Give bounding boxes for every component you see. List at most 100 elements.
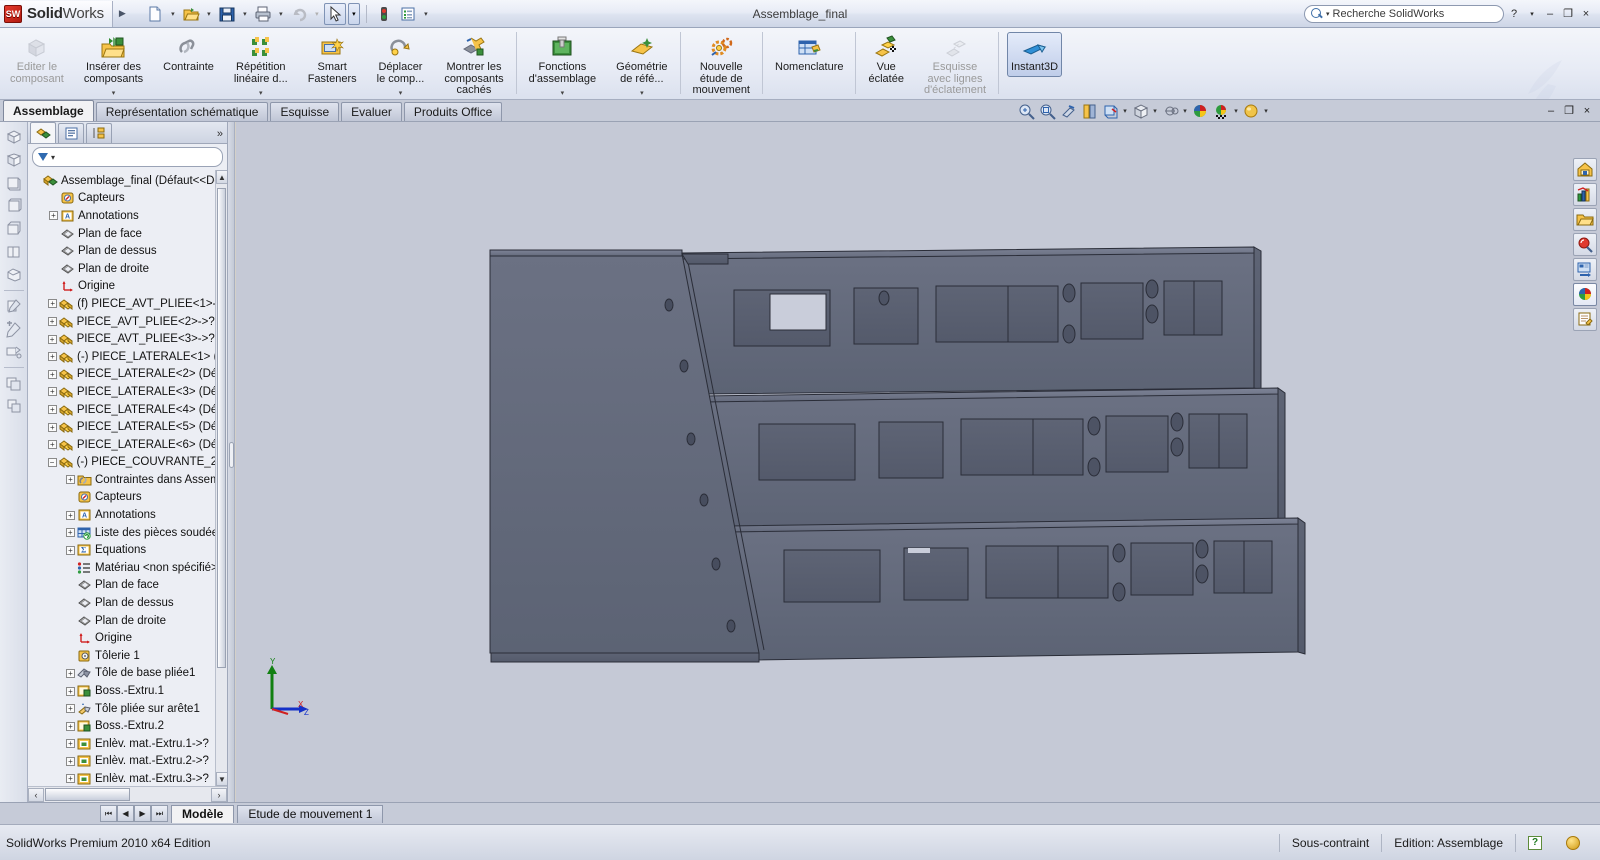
tree-node[interactable]: Plan de dessus (32, 242, 227, 260)
view-tool-zoom-to-area[interactable] (1037, 101, 1057, 121)
tree-node[interactable]: + (-) PIECE_LATERALE<1> (Dé (32, 348, 227, 366)
open-document-caret-icon[interactable]: ▾ (204, 10, 214, 18)
tree-scroll-right-button[interactable]: › (211, 787, 227, 802)
print-document-caret-icon[interactable]: ▾ (276, 10, 286, 18)
tree-node[interactable]: + Contraintes dans Assem (32, 471, 227, 489)
tree-node[interactable]: Origine (32, 629, 227, 647)
tree-node[interactable]: Origine (32, 278, 227, 296)
tree-expand-toggle[interactable]: + (66, 774, 75, 784)
tree-vertical-scrollbar[interactable]: ▲ ▼ (215, 170, 227, 786)
custom-properties-button[interactable] (1573, 308, 1597, 331)
new-part-button[interactable] (3, 372, 25, 394)
doc-nav-button-1[interactable]: ◀ (117, 805, 134, 822)
minimize-button[interactable]: – (1542, 6, 1558, 22)
ribbon-button-instant3d[interactable]: Instant3D (1001, 28, 1068, 98)
command-tab-0[interactable]: Assemblage (3, 100, 94, 121)
view-tool-view-settings[interactable] (1211, 101, 1231, 121)
tree-node[interactable]: + Enlèv. mat.-Extru.1->? (32, 735, 227, 753)
graphics-viewport[interactable]: Y Z X (236, 122, 1538, 802)
print-document-button[interactable] (252, 3, 274, 25)
tree-node[interactable]: + Tôle pliée sur arête1 (32, 700, 227, 718)
tree-expand-toggle[interactable]: + (47, 422, 57, 432)
view-tool-render-tools[interactable] (1241, 101, 1261, 121)
doc-nav-button-0[interactable]: ⏮ (100, 805, 117, 822)
tree-expand-toggle[interactable]: + (66, 756, 75, 766)
tree-node[interactable]: + Enlèv. mat.-Extru.3->? (32, 770, 227, 786)
new-document-button[interactable] (144, 3, 166, 25)
command-tab-4[interactable]: Produits Office (403, 102, 503, 121)
tree-expand-toggle[interactable]: + (48, 352, 57, 362)
search-input[interactable]: ▾ Recherche SolidWorks (1304, 4, 1504, 23)
tree-scroll-up-button[interactable]: ▲ (216, 170, 227, 184)
select-tool-caret-icon[interactable]: ▾ (347, 2, 360, 25)
tree-expand-toggle[interactable]: + (65, 528, 75, 538)
help-status-cell[interactable]: ? (1515, 833, 1554, 852)
appearances-scenes-button[interactable] (1573, 283, 1597, 306)
command-tab-1[interactable]: Représentation schématique (95, 102, 269, 121)
save-document-button[interactable] (216, 3, 238, 25)
ribbon-dropdown-caret-icon[interactable]: ▾ (112, 89, 116, 97)
undo-button[interactable] (288, 3, 310, 25)
view-tool-view-orientation[interactable] (1079, 101, 1099, 121)
tree-expand-toggle[interactable]: + (66, 545, 75, 555)
tree-scroll-thumb[interactable] (217, 188, 226, 668)
save-document-caret-icon[interactable]: ▾ (240, 10, 250, 18)
tree-node[interactable]: Plan de droite (32, 260, 227, 278)
ribbon-button-show-hidden[interactable]: Montrer les composants cachés (434, 28, 513, 98)
ribbon-button-smart-fasteners[interactable]: Smart Fasteners (298, 28, 367, 98)
tree-node[interactable]: + Enlèv. mat.-Extru.2->? (32, 753, 227, 771)
solidworks-resources-button[interactable] (1573, 158, 1597, 181)
command-tab-2[interactable]: Esquisse (270, 102, 340, 121)
tree-node[interactable]: + PIECE_AVT_PLIEE<3>->? (Dé (32, 330, 227, 348)
tree-node[interactable]: Plan de dessus (32, 594, 227, 612)
tree-expand-toggle[interactable]: + (66, 510, 75, 520)
feature-tree[interactable]: Assemblage_final (Défaut<<Dé Capteurs + A An… (28, 170, 227, 786)
help-question-icon[interactable]: ? (1528, 835, 1542, 850)
edit-sketch-button[interactable] (3, 295, 25, 317)
assembly-3d-model[interactable] (236, 122, 1538, 802)
new-assembly-button[interactable] (3, 395, 25, 417)
ribbon-button-reference-geometry[interactable]: Géométrie de réfé... ▾ (606, 28, 677, 98)
ribbon-button-exploded-view[interactable]: Vue éclatée (858, 28, 913, 98)
front-view-button[interactable] (3, 195, 25, 217)
command-tab-3[interactable]: Evaluer (341, 102, 402, 121)
new-sketch-button[interactable] (3, 318, 25, 340)
3d-sketch-button[interactable] (3, 341, 25, 363)
view-tool-caret-icon[interactable]: ▾ (1262, 107, 1270, 115)
tag-icon[interactable] (1566, 835, 1580, 850)
tree-expand-toggle[interactable]: + (66, 475, 75, 485)
tree-expand-toggle[interactable]: − (47, 457, 57, 467)
tree-expand-toggle[interactable]: + (47, 317, 57, 327)
dimetric-view-button[interactable] (3, 172, 25, 194)
tree-node[interactable]: Tôlerie 1 (32, 647, 227, 665)
ribbon-button-linear-pattern[interactable]: Répétition linéaire d... ▾ (224, 28, 298, 98)
tree-node[interactable]: + PIECE_LATERALE<6> (Défau (32, 436, 227, 454)
tree-scroll-down-button[interactable]: ▼ (216, 772, 227, 786)
doc-close-button[interactable]: × (1580, 105, 1594, 117)
tags-cell[interactable] (1554, 834, 1592, 852)
ribbon-button-new-motion-study[interactable]: Nouvelle étude de mouvement (683, 28, 760, 98)
tree-node[interactable]: Plan de droite (32, 612, 227, 630)
tree-expand-toggle[interactable]: + (48, 299, 58, 309)
help-caret-icon[interactable]: ▾ (1524, 6, 1540, 22)
tree-scroll-left-button[interactable]: ‹ (28, 787, 44, 802)
tree-node[interactable]: + PIECE_LATERALE<3> (Défau (32, 383, 227, 401)
ribbon-dropdown-caret-icon[interactable]: ▾ (640, 89, 644, 97)
feature-tree-tab[interactable] (30, 122, 56, 143)
tree-expand-toggle[interactable]: + (66, 668, 75, 678)
rebuild-button[interactable] (373, 3, 395, 25)
ribbon-button-mate[interactable]: Contrainte (153, 28, 224, 98)
view-tool-zoom-to-fit[interactable] (1016, 101, 1036, 121)
property-manager-tab[interactable] (58, 123, 84, 143)
tree-node[interactable]: + PIECE_LATERALE<5> (Défau (32, 418, 227, 436)
ribbon-button-explode-line-sketch[interactable]: Esquisse avec lignes d'éclatement (914, 28, 996, 98)
select-tool-button[interactable] (323, 2, 346, 25)
tree-expand-toggle[interactable]: + (47, 440, 57, 450)
tree-filter-input[interactable]: ▾ (32, 147, 223, 167)
ribbon-button-assembly-features[interactable]: Fonctions d'assemblage ▾ (519, 28, 607, 98)
tree-expand-toggle[interactable]: + (47, 369, 57, 379)
help-button[interactable]: ? (1506, 6, 1522, 22)
ribbon-dropdown-caret-icon[interactable]: ▾ (399, 89, 403, 97)
trimetric-view-button[interactable] (3, 149, 25, 171)
tree-node[interactable]: + PIECE_LATERALE<4> (Défau (32, 401, 227, 419)
